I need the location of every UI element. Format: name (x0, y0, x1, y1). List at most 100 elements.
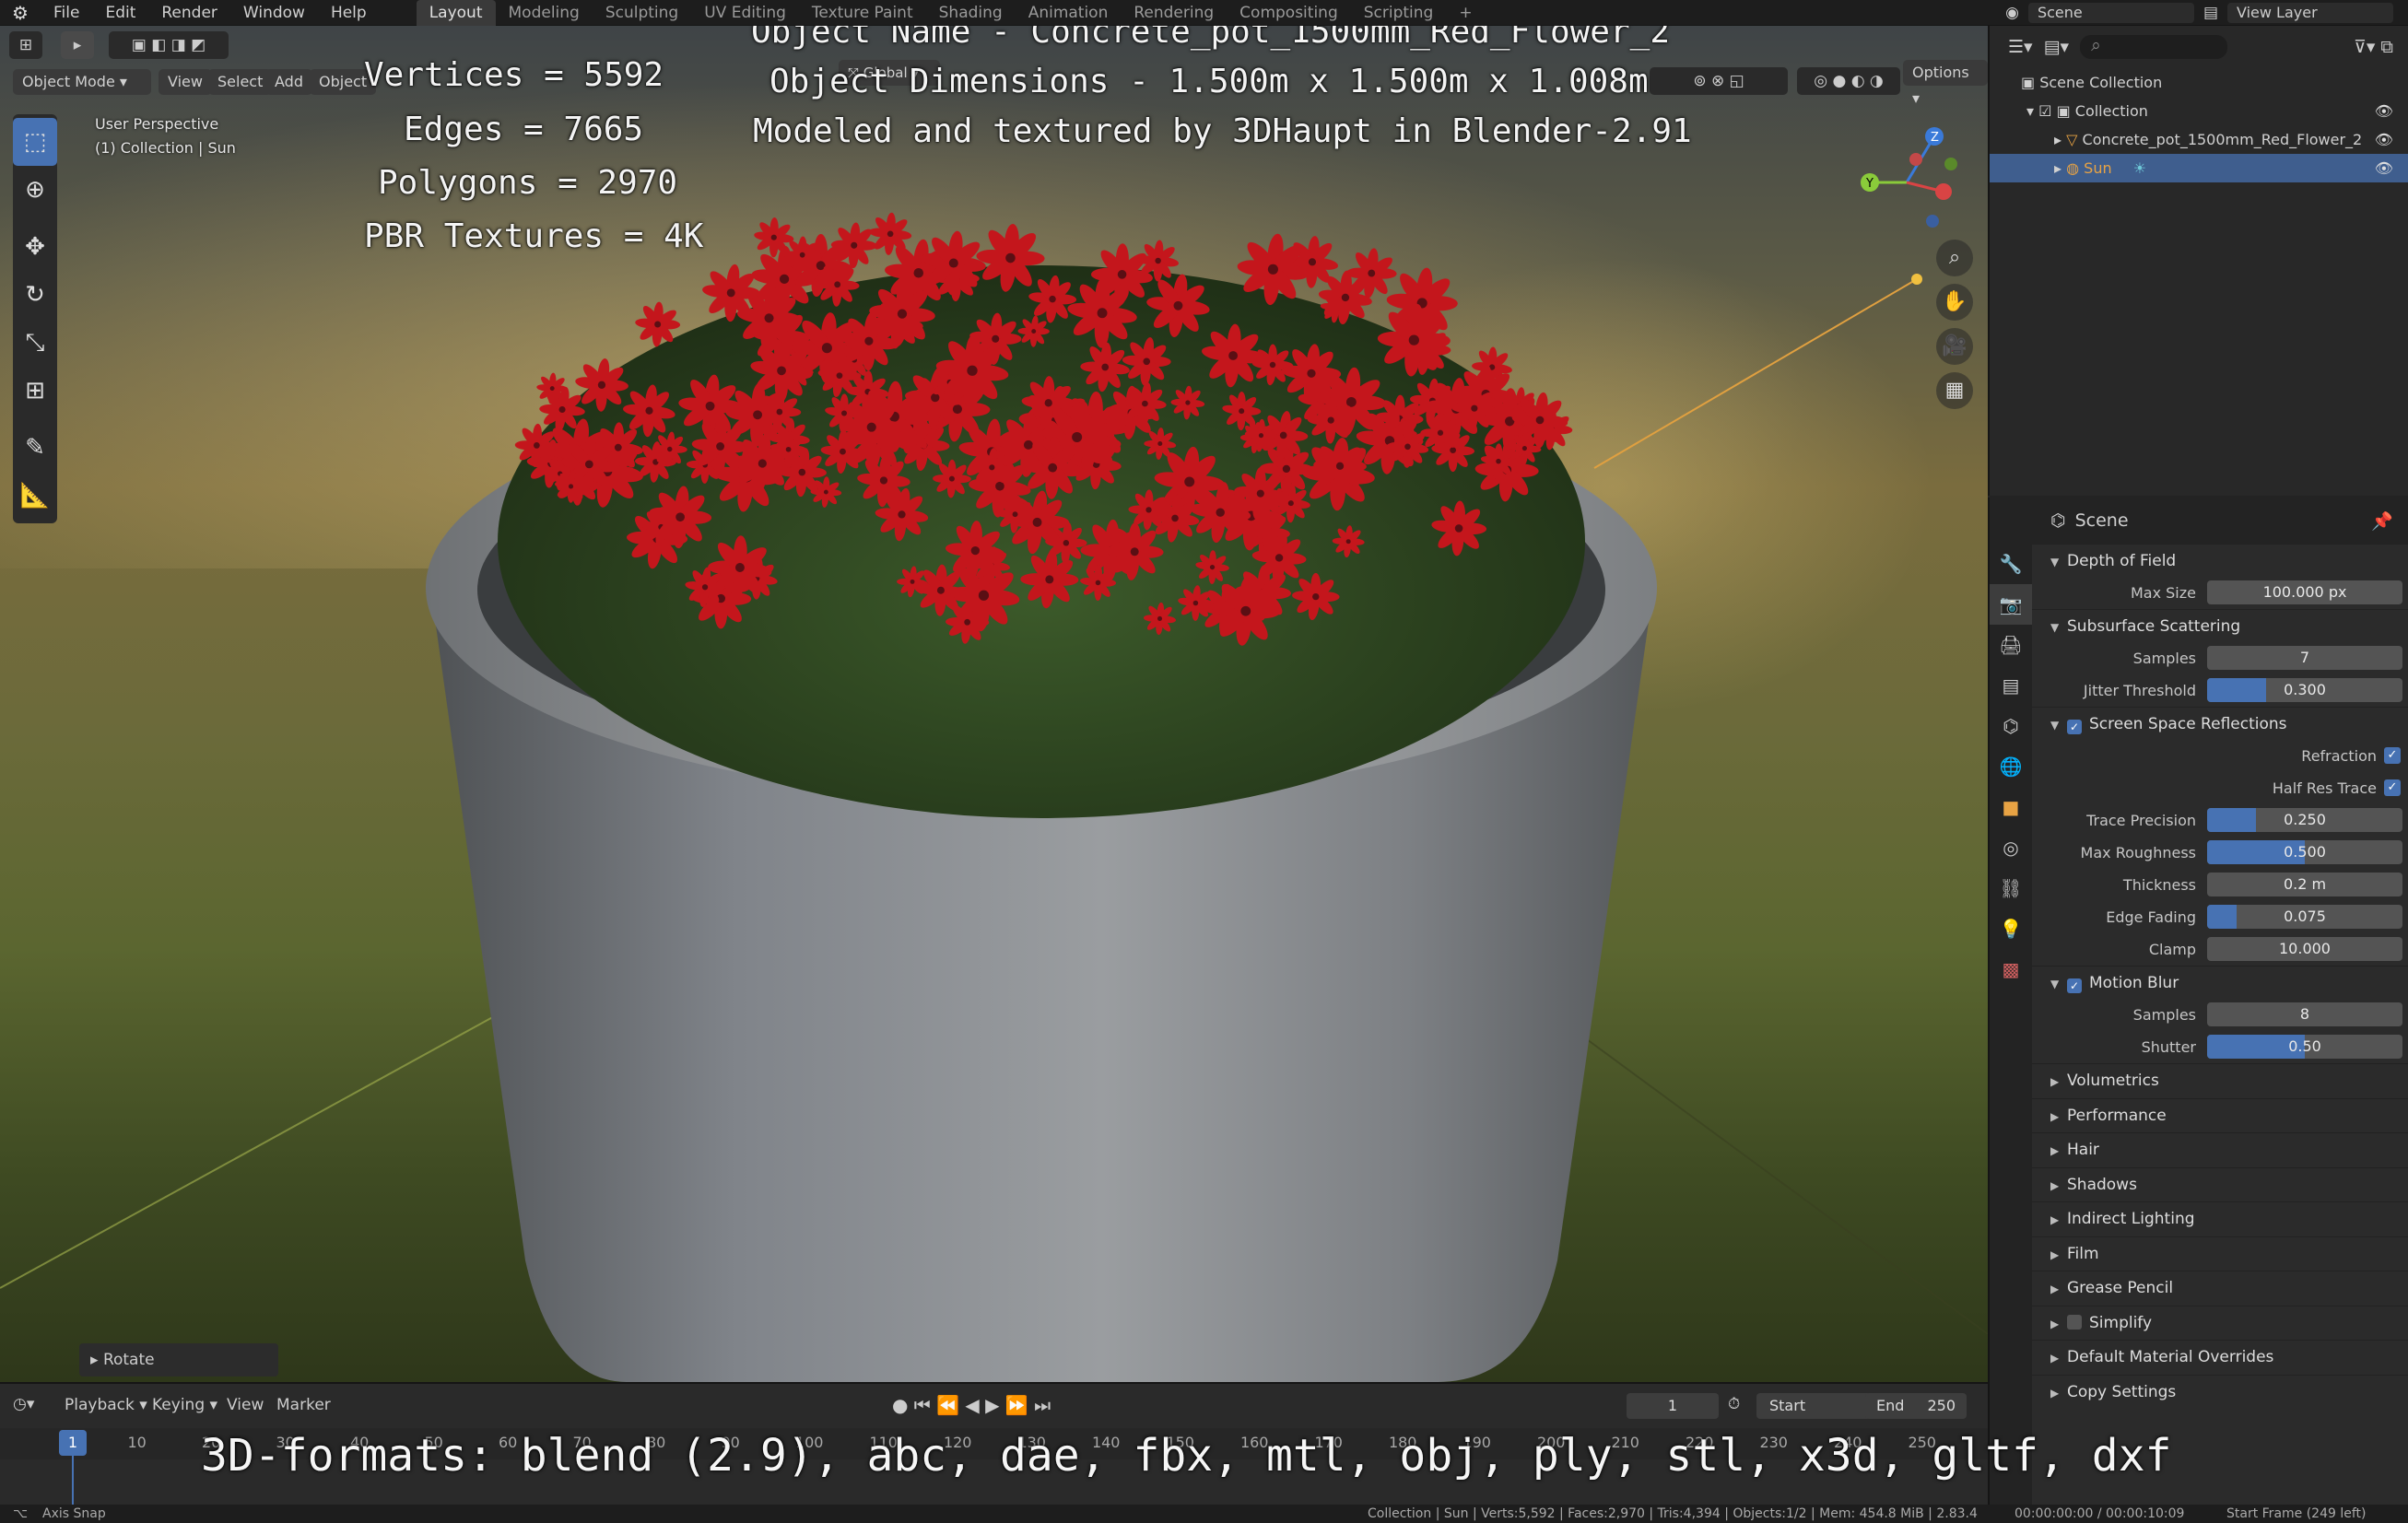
physics-tab-icon[interactable]: ◎ (1990, 827, 2032, 868)
scene-icon[interactable]: ◉ (2005, 4, 2019, 22)
navigation-gizmo[interactable]: Z Y (1851, 118, 1962, 247)
playback-controls-icons[interactable]: ● ⏮ ⏪ ◀ ▶ ⏩ ⏭ (892, 1394, 1051, 1416)
overlay-toggle-icons[interactable]: ⊚ ⊗ ◱ (1650, 67, 1788, 95)
eye-icon[interactable]: 👁 (2375, 97, 2393, 125)
menu-timeline-view[interactable]: View (227, 1396, 264, 1414)
menu-help[interactable]: Help (318, 4, 380, 22)
editor-type-icon[interactable]: ⊞ (9, 31, 42, 59)
rotate-operator-panel[interactable]: ▸ Rotate (79, 1343, 278, 1377)
stopwatch-icon[interactable]: ⏱ (1728, 1395, 1740, 1413)
thickness-field[interactable]: 0.2 m (2207, 873, 2402, 896)
depth-of-field-header[interactable]: ▼ Depth of Field (2032, 544, 2408, 577)
tab-scripting[interactable]: Scripting (1351, 0, 1447, 26)
eye-icon[interactable]: 👁 (2375, 154, 2393, 182)
mode-selector[interactable]: Object Mode ▾ (13, 69, 151, 95)
menu-view[interactable]: View (159, 69, 212, 95)
collapsed-section[interactable]: ▶ Copy Settings (2032, 1374, 2408, 1410)
max-roughness-field[interactable]: 0.500 (2207, 840, 2402, 864)
tab-rendering[interactable]: Rendering (1121, 0, 1227, 26)
transform-icon[interactable]: ⊞ (13, 367, 57, 415)
select-tool-icon[interactable]: ▸ (61, 31, 94, 59)
select-box-icon[interactable]: ⬚ (13, 118, 57, 166)
view-layer-tab-icon[interactable]: ▤ (1990, 665, 2032, 706)
tab-animation[interactable]: Animation (1016, 0, 1122, 26)
current-frame-field[interactable]: 1 (1627, 1393, 1719, 1419)
checkbox-icon[interactable]: ☑ (2038, 102, 2051, 120)
ssr-checkbox[interactable]: ✓ (2067, 720, 2082, 734)
outliner-row-collection[interactable]: ▾ ☑ ▣ Collection 👁 (1990, 97, 2408, 125)
object-data-tab-icon[interactable]: 💡 (1990, 908, 2032, 949)
trace-precision-field[interactable]: 0.250 (2207, 808, 2402, 832)
edge-fading-field[interactable]: 0.075 (2207, 905, 2402, 929)
playhead[interactable]: 1 (59, 1430, 87, 1456)
blender-logo-icon[interactable]: ⚙ (0, 2, 41, 24)
collapsed-section[interactable]: ▶ Simplify (2032, 1305, 2408, 1341)
eye-icon[interactable]: 👁 (2375, 125, 2393, 154)
timeline-editor-icon[interactable]: ◷▾ (13, 1395, 34, 1413)
menu-keying[interactable]: Keying ▾ (152, 1396, 217, 1414)
subsurface-scattering-header[interactable]: ▼ Subsurface Scattering (2032, 609, 2408, 642)
cursor-icon[interactable]: ⊕ (13, 166, 57, 214)
tool-tab-icon[interactable]: 🔧 (1990, 544, 2032, 584)
constraints-tab-icon[interactable]: ⛓ (1990, 868, 2032, 908)
menu-edit[interactable]: Edit (92, 4, 148, 22)
filter-icon[interactable]: ⊽▾ ⧉ (2354, 37, 2408, 57)
texture-tab-icon[interactable]: ▩ (1990, 949, 2032, 990)
half-res-checkbox[interactable]: ✓ (2384, 779, 2401, 796)
collapsed-section[interactable]: ▶ Shadows (2032, 1166, 2408, 1202)
menu-render[interactable]: Render (148, 4, 230, 22)
max-size-field[interactable]: 100.000 px (2207, 580, 2402, 604)
selection-mode-icons[interactable]: ▣ ◧ ◨ ◩ (109, 31, 229, 59)
outliner-editor-icon[interactable]: ☰▾ (2008, 37, 2033, 57)
menu-add[interactable]: Add (265, 69, 312, 95)
measure-icon[interactable]: 📐 (13, 472, 57, 520)
collapsed-section[interactable]: ▶ Film (2032, 1236, 2408, 1271)
tab-compositing[interactable]: Compositing (1227, 0, 1351, 26)
zoom-icon[interactable]: ⌕ (1936, 240, 1973, 276)
display-mode-icon[interactable]: ▤▾ (2044, 37, 2070, 57)
world-tab-icon[interactable]: 🌐 (1990, 746, 2032, 787)
sss-samples-field[interactable]: 7 (2207, 646, 2402, 670)
tab-sculpting[interactable]: Sculpting (593, 0, 691, 26)
end-frame-field[interactable]: End 250 (1865, 1393, 1967, 1419)
outliner-row-scene-collection[interactable]: ▣ Scene Collection (1990, 68, 2408, 97)
menu-window[interactable]: Window (230, 4, 318, 22)
menu-file[interactable]: File (41, 4, 92, 22)
rotate-icon[interactable]: ↻ (13, 271, 57, 319)
ortho-grid-icon[interactable]: ▦ (1936, 372, 1973, 409)
options-button[interactable]: Options ▾ (1903, 60, 1988, 107)
pin-icon[interactable]: 📌 (2371, 510, 2393, 532)
scene-tab-icon[interactable]: ⌬ (1990, 706, 2032, 746)
tab-layout[interactable]: Layout (416, 0, 496, 26)
3d-viewport[interactable]: ⊞ ▸ ▣ ◧ ◨ ◩ Object Mode ▾ View Select Ad… (0, 26, 1988, 1382)
collapsed-section[interactable]: ▶ Hair (2032, 1132, 2408, 1167)
tab-modeling[interactable]: Modeling (496, 0, 593, 26)
clamp-field[interactable]: 10.000 (2207, 937, 2402, 961)
motion-blur-checkbox[interactable]: ✓ (2067, 978, 2082, 993)
add-workspace-icon[interactable]: + (1446, 0, 1485, 26)
tab-texture-paint[interactable]: Texture Paint (799, 0, 926, 26)
outliner-row-pot[interactable]: ▸ ▽ Concrete_pot_1500mm_Red_Flower_2 👁 (1990, 125, 2408, 154)
move-icon[interactable]: ✥ (13, 223, 57, 271)
collapsed-section[interactable]: ▶ Indirect Lighting (2032, 1201, 2408, 1236)
refraction-checkbox[interactable]: ✓ (2384, 747, 2401, 764)
tab-uv-editing[interactable]: UV Editing (691, 0, 799, 26)
render-tab-icon[interactable]: 📷 (1990, 584, 2032, 625)
ssr-header[interactable]: ▼ ✓ Screen Space Reflections (2032, 707, 2408, 740)
view-layer-selector[interactable]: View Layer (2227, 3, 2393, 23)
menu-playback[interactable]: Playback ▾ (65, 1396, 147, 1414)
collapsed-section[interactable]: ▶ Performance (2032, 1097, 2408, 1133)
menu-marker[interactable]: Marker (276, 1396, 331, 1414)
pan-hand-icon[interactable]: ✋ (1936, 284, 1973, 321)
jitter-field[interactable]: 0.300 (2207, 678, 2402, 702)
scale-icon[interactable]: ⤡ (13, 319, 57, 367)
motion-blur-header[interactable]: ▼ ✓ Motion Blur (2032, 966, 2408, 999)
object-tab-icon[interactable]: ■ (1990, 787, 2032, 827)
menu-select[interactable]: Select (208, 69, 273, 95)
collapsed-section[interactable]: ▶ Default Material Overrides (2032, 1340, 2408, 1375)
collapsed-section[interactable]: ▶ Grease Pencil (2032, 1271, 2408, 1306)
simplify-checkbox[interactable] (2067, 1314, 2082, 1330)
tab-shading[interactable]: Shading (926, 0, 1016, 26)
shading-mode-icons[interactable]: ◎ ● ◐ ◑ (1797, 67, 1900, 95)
collapsed-section[interactable]: ▶ Volumetrics (2032, 1063, 2408, 1098)
